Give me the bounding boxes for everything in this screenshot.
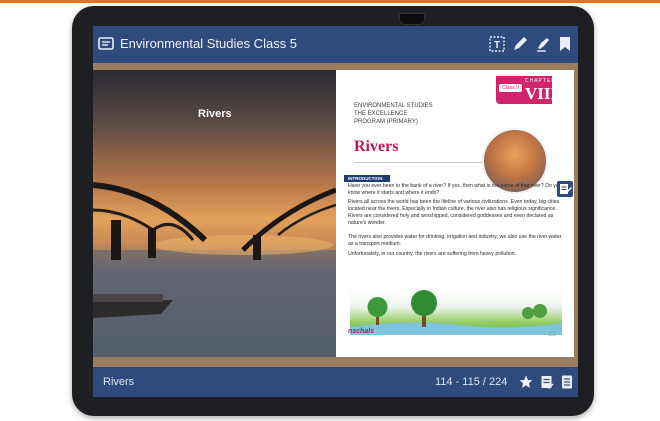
- top-app-bar: Environmental Studies Class 5 T: [93, 26, 578, 63]
- reader-screen: Environmental Studies Class 5 T Rivers C…: [93, 26, 578, 397]
- side-notes-icon[interactable]: [557, 181, 573, 197]
- body-paragraph: Unfortunately, in our country, the river…: [348, 251, 517, 257]
- chapter-title: Rivers: [354, 138, 399, 155]
- page-number: 115: [548, 332, 556, 338]
- section-tab: INTRODUCTION: [344, 175, 390, 182]
- body-paragraph: Rivers all across the world has been the…: [348, 199, 560, 226]
- contents-icon[interactable]: [559, 374, 575, 390]
- app-title: Environmental Studies Class 5: [120, 36, 298, 51]
- right-page[interactable]: CHAPTER VIII Class V ENVIRONMENTAL STUDI…: [336, 70, 574, 357]
- menu-icon[interactable]: [97, 35, 115, 53]
- camera-notch: [399, 13, 425, 25]
- bookmark-icon[interactable]: [556, 35, 574, 53]
- highlighter-icon[interactable]: [534, 35, 552, 53]
- series-line: PROGRAM (PRIMARY): [354, 119, 418, 125]
- top-accent-rule: [0, 0, 660, 3]
- notes-glyph: [560, 184, 572, 194]
- notes-icon[interactable]: [539, 374, 555, 390]
- title-divider: [354, 162, 482, 163]
- publisher-logo: nschals: [348, 328, 375, 335]
- chapter-number: VIII: [525, 84, 558, 103]
- star-icon[interactable]: [518, 374, 534, 390]
- landscape-drawing: [350, 290, 562, 335]
- class-label: Class V: [499, 84, 523, 92]
- body-paragraph: The rivers also provides water for drink…: [348, 234, 562, 247]
- page-counter[interactable]: 114 - 115 / 224: [435, 376, 507, 388]
- bottom-bar: Rivers 114 - 115 / 224: [93, 367, 578, 397]
- pen-icon[interactable]: [511, 35, 529, 53]
- river-landscape-illustration: [350, 289, 562, 335]
- series-line: ENVIRONMENTAL STUDIES: [354, 103, 433, 109]
- body-paragraph: Have you ever been to the bank of a rive…: [348, 183, 562, 196]
- svg-text:T: T: [494, 40, 500, 51]
- book-spread: Rivers CHAPTER VIII Class V ENVIRONMENTA…: [93, 63, 578, 367]
- chapter-name: Rivers: [103, 376, 135, 388]
- text-size-icon[interactable]: T: [488, 35, 506, 53]
- left-page-title: Rivers: [198, 108, 232, 120]
- series-line: THE EXCELLENCE: [354, 111, 408, 117]
- left-page[interactable]: Rivers: [93, 70, 336, 357]
